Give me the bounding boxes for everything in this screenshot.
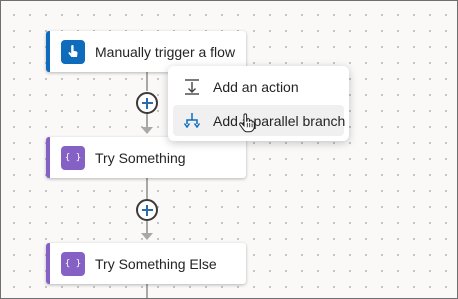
parallel-branch-icon [183,112,201,128]
step-title: Try Something [95,149,186,166]
insert-step-button[interactable] [136,92,158,114]
step-title: Manually trigger a flow [95,43,236,60]
insert-step-button[interactable] [136,199,158,221]
connector-line [146,284,148,299]
menu-item-add-action[interactable]: Add an action [173,71,344,102]
connector-arrow [141,127,153,134]
connector-line [146,71,148,91]
step-card-try-something[interactable]: { } Try Something [46,137,246,178]
connector-line [146,113,148,127]
scope-braces-icon: { } [61,251,85,276]
menu-item-label: Add a parallel branch [213,112,346,129]
step-card-try-something-else[interactable]: { } Try Something Else [46,243,246,284]
connector-arrow [141,233,153,240]
scope-braces-icon: { } [61,145,85,170]
hand-tap-icon [61,39,85,64]
hand-pointer-icon [239,113,255,133]
step-title: Try Something Else [95,255,217,272]
insert-step-menu: Add an action Add a parallel branch [168,66,349,141]
add-action-icon [185,78,199,95]
menu-item-add-parallel-branch[interactable]: Add a parallel branch [173,105,346,136]
connector-line [146,178,148,199]
menu-item-label: Add an action [213,78,299,95]
connector-line [146,221,148,233]
